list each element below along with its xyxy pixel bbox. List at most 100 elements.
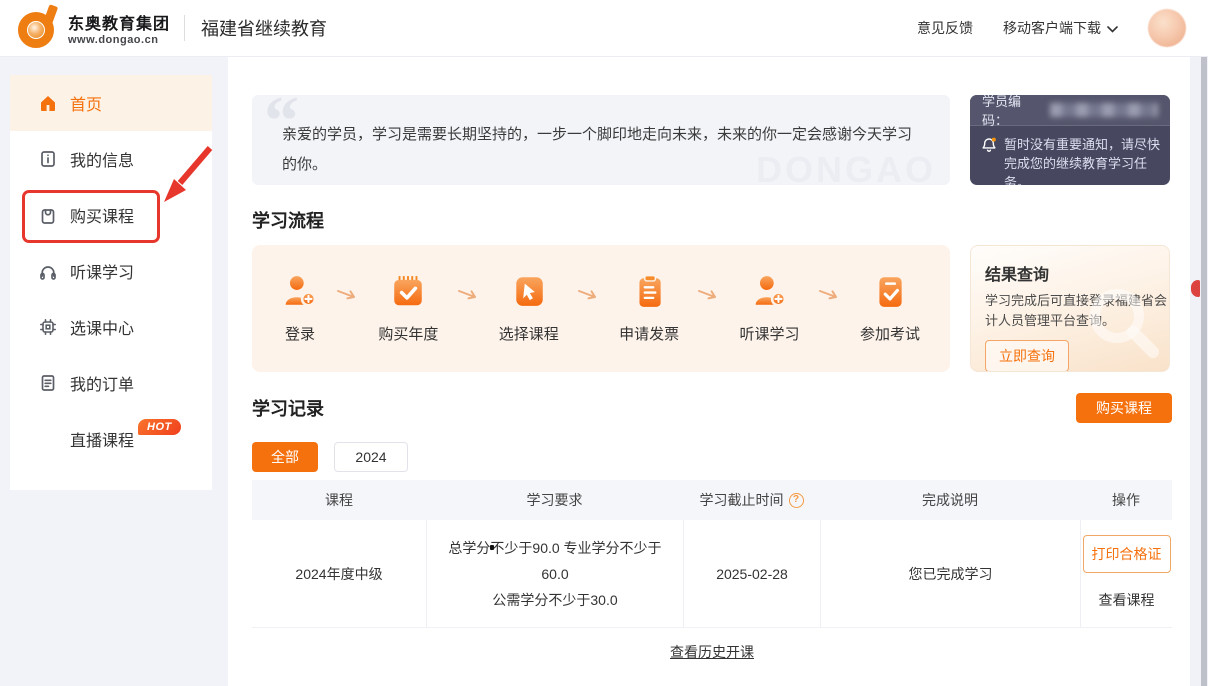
header-divider	[184, 15, 185, 41]
dongao-logo-icon	[16, 3, 60, 54]
table-row: 2024年度中级 总学分不少于90.0 专业学分不少于60.0 公需学分不少于3…	[252, 520, 1172, 628]
col-deadline: 学习截止时间 ?	[683, 487, 820, 513]
user-plus-icon	[282, 273, 318, 314]
step-invoice: 申请发票	[619, 273, 679, 344]
brand-url: www.dongao.cn	[68, 34, 170, 46]
cell-actions: 打印合格证 查看课程	[1080, 520, 1172, 627]
col-deadline-label: 学习截止时间	[700, 487, 784, 513]
sidebar-item-label: 听课学习	[70, 259, 134, 283]
exam-check-icon	[872, 273, 908, 314]
mobile-download-label: 移动客户端下载	[1003, 18, 1101, 38]
headphones-icon	[38, 261, 58, 281]
dongao-watermark: DONGAO	[756, 155, 936, 185]
step-exam: 参加考试	[860, 273, 920, 344]
step-login: 登录	[282, 273, 318, 344]
brand-name: 东奥教育集团	[68, 10, 170, 34]
top-header: 东奥教育集团 www.dongao.cn 福建省继续教育 意见反馈 移动客户端下…	[0, 0, 1208, 57]
step-listen-study: 听课学习	[740, 273, 800, 344]
records-title: 学习记录	[252, 395, 324, 421]
mouse-cursor	[490, 545, 494, 550]
portal-title: 福建省继续教育	[201, 15, 327, 41]
view-history-link[interactable]: 查看历史开课	[670, 644, 754, 660]
tab-2024[interactable]: 2024	[334, 442, 408, 472]
chip-icon	[38, 317, 58, 337]
flow-arrow-icon	[818, 287, 842, 306]
user-plus-icon	[752, 273, 788, 314]
col-actions: 操作	[1080, 487, 1172, 513]
requirement-line2: 公需学分不少于30.0	[492, 587, 617, 613]
info-doc-icon	[38, 149, 58, 169]
sidebar-item-label: 首页	[70, 91, 102, 115]
sidebar-item-label: 选课中心	[70, 315, 134, 339]
notice-panel: 学员编码： 暂时没有重要通知，请尽快完成您的继续教育学习任务。	[970, 95, 1170, 185]
welcome-quote: “ 亲爱的学员，学习是需要长期坚持的，一步一个脚印地走向未来，未来的你一定会感谢…	[252, 95, 950, 185]
print-certificate-button[interactable]: 打印合格证	[1083, 535, 1171, 573]
query-now-button[interactable]: 立即查询	[985, 340, 1069, 372]
step-label: 登录	[285, 323, 315, 344]
cell-deadline: 2025-02-28	[683, 520, 820, 627]
sidebar-item-my-orders[interactable]: 我的订单	[10, 355, 212, 411]
cell-course: 2024年度中级	[252, 520, 426, 627]
chevron-down-icon	[1107, 20, 1118, 36]
shopping-bag-icon	[38, 205, 58, 225]
learning-process-panel: 登录 购买年度 选择课程 申请发票 听课学习	[252, 245, 950, 372]
col-status: 完成说明	[820, 487, 1080, 513]
sidebar-item-live-courses[interactable]: 直播课程 HOT	[10, 411, 212, 467]
search-watermark-icon	[1081, 280, 1167, 371]
bell-icon	[980, 135, 998, 185]
view-course-link[interactable]: 查看课程	[1099, 587, 1155, 613]
vertical-scrollbar[interactable]	[1201, 57, 1207, 686]
col-course: 课程	[252, 487, 426, 513]
student-code-redacted	[1050, 103, 1158, 117]
records-table: 课程 学习要求 学习截止时间 ? 完成说明 操作 2024年度中级 总学分不少于…	[252, 480, 1172, 628]
sidebar-item-label: 我的订单	[70, 371, 134, 395]
cell-status: 您已完成学习	[820, 520, 1080, 627]
sidebar: 首页 我的信息 购买课程 听课学习 选课中心 我的订单 直播课程 HOT	[10, 75, 212, 490]
hot-badge: HOT	[138, 419, 181, 435]
requirement-line1: 总学分不少于90.0 专业学分不少于60.0	[435, 535, 675, 587]
sidebar-item-course-center[interactable]: 选课中心	[10, 299, 212, 355]
step-select-course: 选择课程	[499, 273, 559, 344]
help-icon[interactable]: ?	[789, 493, 804, 508]
order-list-icon	[38, 373, 58, 393]
step-buy-year: 购买年度	[378, 273, 438, 344]
feedback-link[interactable]: 意见反馈	[917, 18, 973, 38]
cell-requirement: 总学分不少于90.0 专业学分不少于60.0 公需学分不少于30.0	[426, 520, 683, 627]
flow-arrow-icon	[336, 287, 360, 306]
avatar[interactable]	[1148, 9, 1186, 47]
main-content: “ 亲爱的学员，学习是需要长期坚持的，一步一个脚印地走向未来，未来的你一定会感谢…	[228, 57, 1190, 686]
sidebar-item-listen-study[interactable]: 听课学习	[10, 243, 212, 299]
step-label: 购买年度	[378, 323, 438, 344]
history-link-row: 查看历史开课	[252, 642, 1172, 662]
flow-arrow-icon	[697, 287, 721, 306]
buy-courses-button[interactable]: 购买课程	[1076, 393, 1172, 423]
brand-logo[interactable]: 东奥教育集团 www.dongao.cn	[16, 3, 170, 54]
notice-message: 暂时没有重要通知，请尽快完成您的继续教育学习任务。	[1004, 135, 1160, 185]
flow-arrow-icon	[577, 287, 601, 306]
home-icon	[38, 93, 58, 113]
step-label: 参加考试	[860, 323, 920, 344]
calendar-check-icon	[390, 273, 426, 314]
sidebar-item-label: 我的信息	[70, 147, 134, 171]
edge-floating-widget-fragment	[1191, 280, 1200, 297]
quote-icon: “	[264, 87, 299, 157]
result-query-panel: 结果查询 学习完成后可直接登录福建省会计人员管理平台查询。 立即查询	[970, 245, 1170, 372]
sidebar-item-home[interactable]: 首页	[10, 75, 212, 131]
flow-arrow-icon	[457, 287, 481, 306]
sidebar-item-label: 购买课程	[70, 203, 134, 227]
step-label: 申请发票	[619, 323, 679, 344]
sidebar-item-buy-courses[interactable]: 购买课程	[10, 187, 212, 243]
sidebar-item-label: 直播课程	[70, 427, 134, 451]
invoice-icon	[631, 273, 667, 314]
step-label: 听课学习	[740, 323, 800, 344]
process-title: 学习流程	[252, 207, 324, 233]
mobile-download-menu[interactable]: 移动客户端下载	[1003, 18, 1118, 38]
step-label: 选择课程	[499, 323, 559, 344]
cursor-select-icon	[511, 273, 547, 314]
tab-all[interactable]: 全部	[252, 442, 318, 472]
sidebar-item-my-info[interactable]: 我的信息	[10, 131, 212, 187]
records-tabs: 全部 2024	[252, 442, 408, 472]
table-header-row: 课程 学习要求 学习截止时间 ? 完成说明 操作	[252, 480, 1172, 520]
col-requirement: 学习要求	[426, 487, 683, 513]
student-code-label: 学员编码：	[982, 95, 1044, 129]
